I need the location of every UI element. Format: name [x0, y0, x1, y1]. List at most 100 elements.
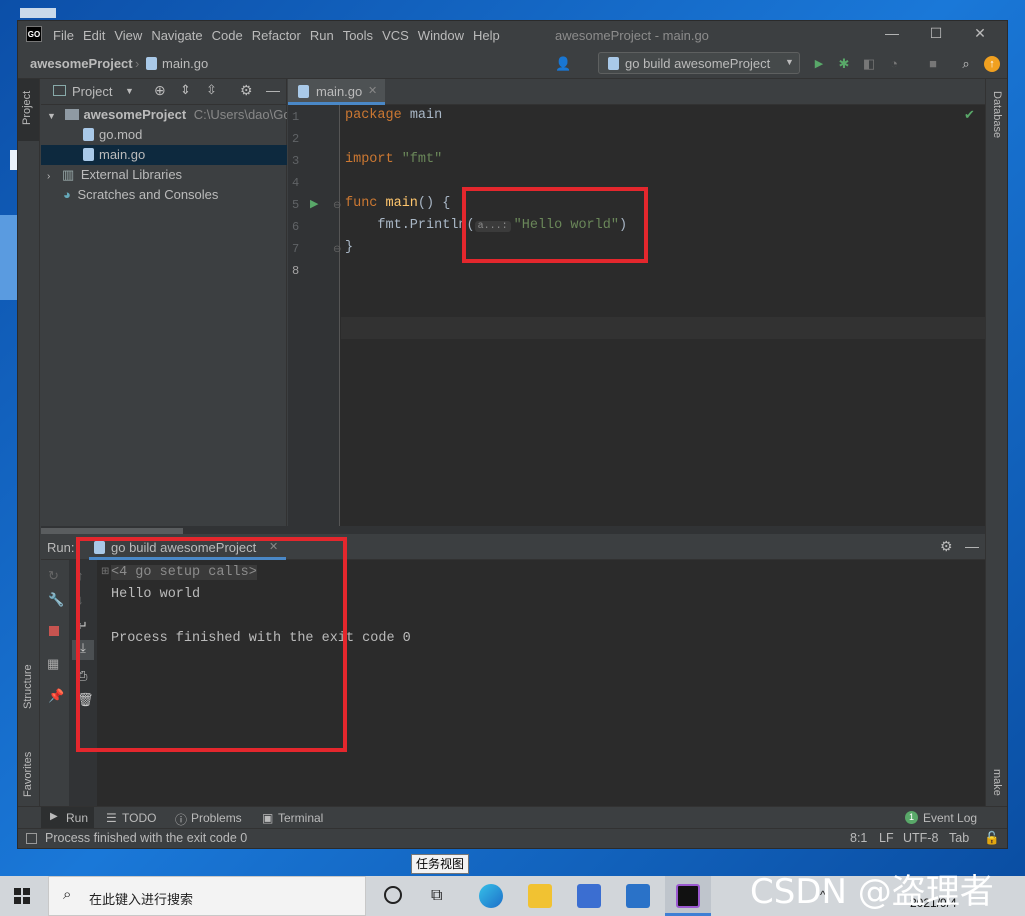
bottom-tab-run[interactable]: ▶ Run	[41, 807, 94, 828]
indent-setting[interactable]: Tab	[949, 831, 969, 845]
user-icon[interactable]: 👤	[555, 56, 571, 72]
file-encoding[interactable]: UTF-8	[903, 831, 938, 845]
run-gutter-icon[interactable]: ▶	[310, 197, 318, 210]
menu-help[interactable]: Help	[473, 28, 500, 43]
menu-tools[interactable]: Tools	[343, 28, 373, 43]
menu-refactor[interactable]: Refactor	[252, 28, 301, 43]
expand-all-icon[interactable]: ⇕	[180, 82, 191, 98]
menu-view[interactable]: View	[114, 28, 142, 43]
event-log-button[interactable]: 1 Event Log	[905, 807, 995, 828]
windows-start-icon[interactable]	[14, 888, 30, 904]
stop-icon[interactable]	[49, 626, 59, 636]
libraries-icon: ▥	[61, 167, 75, 182]
minimize-button[interactable]: —	[872, 25, 912, 41]
breadcrumb-file[interactable]: main.go	[146, 56, 208, 71]
wrench-icon[interactable]: 🔧	[48, 592, 64, 608]
tree-item-go-mod[interactable]: go.mod	[41, 125, 287, 145]
database-tool-label[interactable]: Database	[991, 91, 1003, 138]
update-icon[interactable]: ↑	[984, 56, 1000, 72]
menu-window[interactable]: Window	[418, 28, 464, 43]
keyword: package	[345, 108, 402, 123]
code-editor[interactable]: main.go ✕ 1 2 3 4 5 6 7 8 ▶ ⊖ ⊖ package …	[288, 79, 985, 526]
maximize-button[interactable]: ☐	[916, 25, 956, 42]
close-button[interactable]: ✕	[960, 25, 1000, 42]
project-view-select[interactable]: Project	[72, 84, 112, 99]
edge-browser-icon[interactable]	[479, 884, 503, 908]
search-icon[interactable]: ⌕	[958, 56, 974, 72]
caret-position[interactable]: 8:1	[850, 831, 867, 845]
tree-item-scratches[interactable]: ◕ Scratches and Consoles	[41, 185, 287, 205]
line-number: 3	[292, 154, 300, 168]
ide-window: GO File Edit View Navigate Code Refactor…	[17, 20, 1008, 849]
navigation-bar: awesomeProject › main.go 👤 go build awes…	[18, 49, 1007, 79]
go-file-icon	[298, 85, 309, 98]
current-line-highlight	[341, 317, 985, 339]
tree-item-label: go.mod	[99, 127, 143, 142]
run-configuration-select[interactable]: go build awesomeProject ▼	[598, 52, 800, 74]
gear-icon[interactable]: ⚙	[940, 538, 953, 555]
cortana-icon[interactable]	[384, 886, 402, 904]
bottom-tab-problems[interactable]: ⓘ Problems	[175, 807, 255, 828]
tab-main-go[interactable]: main.go ✕	[288, 79, 385, 105]
toggle-tool-windows-icon[interactable]	[26, 833, 37, 844]
coverage-icon[interactable]: ◧	[861, 56, 877, 72]
breadcrumb-project[interactable]: awesomeProject	[30, 56, 133, 71]
menu-run[interactable]: Run	[310, 28, 334, 43]
fold-icon[interactable]: ⊖	[333, 244, 341, 255]
rerun-icon[interactable]: ↻	[48, 568, 59, 584]
gear-icon[interactable]: ⚙	[240, 82, 253, 99]
run-toolbar: ↻ 🔧 ▦ 📌	[41, 560, 69, 806]
close-tab-icon[interactable]: ✕	[368, 84, 377, 97]
line-separator[interactable]: LF	[879, 831, 894, 845]
favorites-tool-label[interactable]: Favorites	[22, 752, 34, 797]
line-number: 4	[292, 176, 300, 190]
goland-taskbar-button[interactable]	[665, 876, 711, 916]
desktop-icon[interactable]	[20, 8, 56, 18]
line-number: 5	[292, 198, 300, 212]
hide-icon[interactable]: —	[965, 538, 979, 554]
main-menu: File Edit View Navigate Code Refactor Ru…	[53, 28, 509, 43]
file-explorer-icon[interactable]	[528, 884, 552, 908]
chevron-down-icon[interactable]: ▼	[125, 86, 134, 96]
menu-vcs[interactable]: VCS	[382, 28, 409, 43]
menu-file[interactable]: File	[53, 28, 74, 43]
make-tool-label[interactable]: make	[991, 769, 1003, 796]
lock-icon[interactable]: 🔓	[984, 831, 1000, 846]
mail-icon[interactable]	[626, 884, 650, 908]
fold-icon[interactable]: ⊖	[333, 200, 341, 211]
taskbar-search-input[interactable]: ⌕ 在此键入进行搜索	[48, 876, 366, 916]
menu-navigate[interactable]: Navigate	[151, 28, 202, 43]
structure-tool-label[interactable]: Structure	[22, 664, 34, 709]
inspection-ok-icon[interactable]: ✔	[964, 107, 975, 123]
tree-item-external-libraries[interactable]: › ▥ External Libraries	[41, 165, 287, 185]
identifier: main	[401, 108, 443, 123]
bottom-tab-todo[interactable]: ☰ TODO	[106, 807, 166, 828]
bottom-tab-terminal[interactable]: ▣ Terminal	[262, 807, 337, 828]
editor-gutter: 1 2 3 4 5 6 7 8 ▶ ⊖ ⊖	[288, 105, 341, 526]
stop-icon[interactable]: ■	[925, 56, 941, 72]
pin-icon[interactable]: 📌	[48, 688, 64, 704]
task-view-icon[interactable]: ⧉	[431, 887, 442, 905]
goland-logo: GO	[26, 26, 42, 42]
csdn-watermark: CSDN @盗理者	[750, 872, 994, 912]
desktop-icon[interactable]	[0, 215, 18, 300]
profile-icon[interactable]: ◔	[886, 56, 902, 72]
locate-icon[interactable]: ⊕	[154, 82, 166, 99]
debug-icon[interactable]: ✱	[836, 56, 852, 72]
menu-code[interactable]: Code	[212, 28, 243, 43]
line-number: 8	[292, 264, 300, 278]
hide-icon[interactable]: —	[266, 82, 280, 98]
store-icon[interactable]	[577, 884, 601, 908]
tree-item-label: Scratches and Consoles	[77, 187, 219, 202]
tree-item-root[interactable]: ▼ awesomeProject C:\Users\dao\Go	[41, 105, 287, 125]
info-icon: ⓘ	[175, 813, 188, 827]
layout-icon[interactable]: ▦	[47, 656, 59, 672]
scratches-icon: ◕	[63, 187, 71, 202]
menu-edit[interactable]: Edit	[83, 28, 105, 43]
collapse-all-icon[interactable]: ⇳	[206, 82, 217, 98]
tree-item-main-go[interactable]: main.go	[41, 145, 287, 165]
run-icon[interactable]: ▶	[811, 56, 827, 72]
project-tool-button[interactable]: Project	[18, 79, 39, 141]
tree-item-label: awesomeProject	[83, 107, 187, 122]
chevron-down-icon: ▼	[785, 57, 794, 67]
